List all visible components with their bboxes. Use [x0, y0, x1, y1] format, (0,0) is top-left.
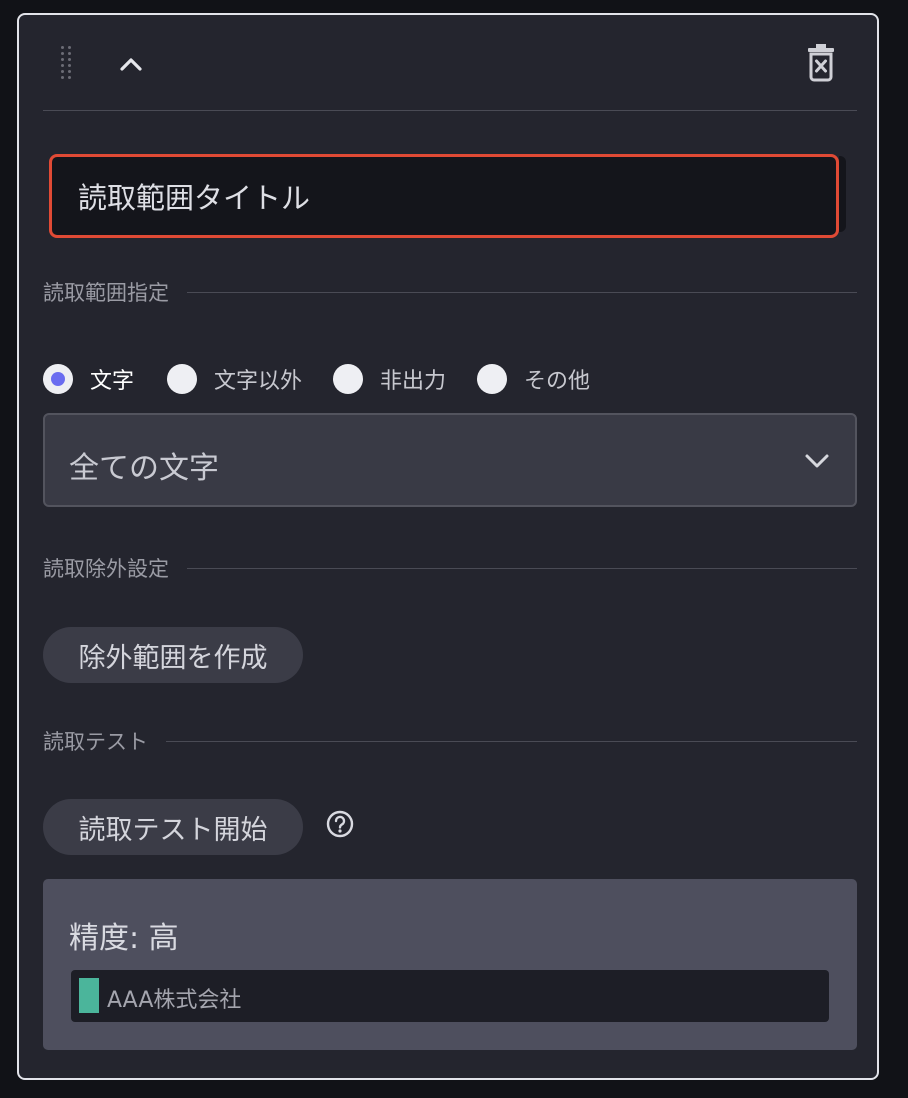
create-exclusion-button[interactable]: 除外範囲を作成 [43, 627, 303, 683]
result-text: AAA株式会社 [107, 988, 242, 1013]
radio-label: 文字 [90, 369, 135, 394]
result-row: AAA株式会社 [71, 970, 829, 1022]
header-divider [43, 110, 857, 111]
help-circle-icon[interactable] [325, 809, 355, 839]
radio-option-no-output[interactable]: 非出力 [333, 363, 446, 395]
select-value: 全ての文字 [69, 451, 219, 486]
radio-label: 文字以外 [214, 369, 303, 394]
range-type-radio-group: 文字 文字以外 非出力 その他 [43, 362, 622, 396]
delete-button[interactable] [805, 41, 837, 83]
exclusion-section-label: 読取除外設定 [43, 557, 169, 581]
radio-button[interactable] [43, 364, 73, 394]
exclusion-section-header: 読取除外設定 [43, 553, 857, 583]
radio-option-non-text[interactable]: 文字以外 [167, 363, 302, 395]
radio-option-other[interactable]: その他 [477, 363, 590, 395]
radio-option-text[interactable]: 文字 [43, 363, 134, 395]
start-test-button[interactable]: 読取テスト開始 [43, 799, 303, 855]
radio-selected-dot [51, 372, 65, 386]
range-section-divider [187, 291, 857, 293]
exclusion-section-divider [187, 567, 857, 569]
title-input-container [49, 154, 839, 238]
trash-icon [808, 44, 834, 82]
radio-button[interactable] [333, 364, 364, 394]
title-input[interactable] [52, 157, 836, 235]
range-section-label: 読取範囲指定 [43, 281, 169, 305]
title-input-edge [839, 156, 846, 232]
chevron-up-icon [120, 58, 142, 71]
test-section-divider [166, 740, 857, 742]
collapse-button[interactable] [111, 47, 151, 79]
radio-label: 非出力 [380, 369, 447, 394]
character-type-select[interactable]: 全ての文字 [43, 413, 857, 507]
accuracy-label: 精度: 高 [69, 921, 179, 956]
test-result-box: 精度: 高 AAA株式会社 [43, 879, 857, 1050]
test-section-label: 読取テスト [43, 730, 148, 754]
test-section-header: 読取テスト [43, 726, 857, 756]
radio-label: その他 [524, 369, 591, 394]
result-color-swatch [79, 978, 99, 1013]
reading-range-panel: 読取範囲指定 文字 文字以外 非出力 その他 全ての文字 読取除外設定 除 [17, 13, 879, 1080]
radio-button[interactable] [167, 364, 198, 394]
chevron-down-icon [805, 454, 829, 468]
radio-button[interactable] [477, 364, 508, 394]
drag-handle-icon[interactable] [59, 46, 75, 82]
range-section-header: 読取範囲指定 [43, 277, 857, 307]
